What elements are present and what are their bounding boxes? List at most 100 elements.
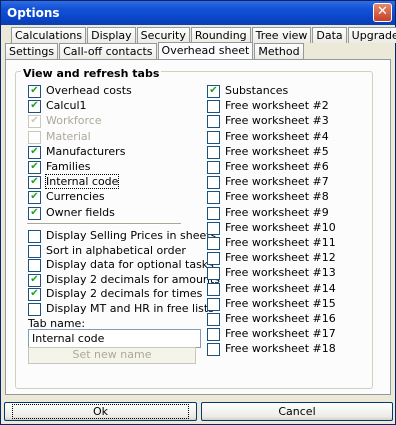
checkbox-box[interactable]: [28, 230, 41, 243]
checkbox-free-worksheet-12[interactable]: Free worksheet #12: [207, 251, 336, 266]
checkbox-free-worksheet-8[interactable]: Free worksheet #8: [207, 190, 329, 205]
tab-method[interactable]: Method: [254, 43, 304, 59]
checkbox-label: Free worksheet #16: [225, 312, 336, 325]
checkbox-box[interactable]: ✔: [28, 85, 41, 98]
checkbox-box[interactable]: [207, 343, 220, 357]
checkbox-box[interactable]: ✔: [28, 273, 41, 287]
checkbox-label: Internal code: [44, 174, 120, 190]
tab-display[interactable]: Display: [87, 27, 136, 43]
checkbox-box[interactable]: [207, 282, 220, 296]
tab-name-input[interactable]: [28, 329, 201, 348]
checkbox-box[interactable]: ✔: [28, 100, 41, 114]
checkbox-label: Calcul1: [46, 99, 87, 113]
tab-overhead-sheet[interactable]: Overhead sheet: [157, 42, 254, 60]
checkbox-box[interactable]: ✔: [28, 145, 41, 159]
title-bar[interactable]: Options ✕: [1, 1, 395, 25]
tab-data[interactable]: Data: [312, 27, 347, 43]
checkbox-box[interactable]: [207, 206, 220, 220]
checkbox-box[interactable]: [207, 237, 220, 250]
cancel-button[interactable]: Cancel: [201, 402, 393, 421]
check-icon: ✔: [30, 273, 39, 285]
tab-security[interactable]: Security: [136, 27, 190, 43]
checkbox-label: Free worksheet #9: [225, 205, 329, 219]
checkbox-internal-code[interactable]: ✔ Internal code: [28, 174, 120, 190]
checkbox-label: Free worksheet #13: [225, 266, 336, 280]
tab-tree-view[interactable]: Tree view: [251, 27, 312, 43]
checkbox-box[interactable]: ✔: [207, 85, 220, 98]
checkbox-box[interactable]: [207, 176, 220, 190]
tab-rounding[interactable]: Rounding: [190, 27, 251, 43]
checkbox-free-worksheet-11[interactable]: Free worksheet #11: [207, 236, 336, 250]
tab-calculations[interactable]: Calculations: [11, 27, 87, 43]
checkbox-box[interactable]: [28, 259, 41, 273]
checkbox-free-worksheet-15[interactable]: Free worksheet #15: [207, 297, 336, 311]
checkbox-box[interactable]: [28, 244, 41, 258]
checkbox-free-worksheet-6[interactable]: Free worksheet #6: [207, 160, 329, 174]
checkbox-display-2-decimals-for-times[interactable]: ✔ Display 2 decimals for times: [28, 287, 203, 302]
checkbox-box[interactable]: [207, 313, 220, 326]
checkbox-box[interactable]: ✔: [28, 288, 41, 302]
checkbox-free-worksheet-14[interactable]: Free worksheet #14: [207, 282, 336, 296]
checkbox-box[interactable]: ✔: [28, 161, 41, 174]
checkbox-label: Free worksheet #5: [225, 144, 329, 158]
cancel-button-label: Cancel: [278, 405, 316, 418]
checkbox-free-worksheet-3[interactable]: Free worksheet #3: [207, 114, 329, 129]
checkbox-free-worksheet-7[interactable]: Free worksheet #7: [207, 175, 329, 190]
checkbox-label: Free worksheet #4: [225, 129, 329, 143]
checkbox-overhead-costs[interactable]: ✔ Overhead costs: [28, 84, 132, 98]
checkbox-box[interactable]: ✔: [28, 176, 41, 190]
checkbox-label: Currencies: [46, 190, 105, 204]
checkbox-display-2-decimals-for-amounts[interactable]: ✔ Display 2 decimals for amounts: [28, 273, 220, 287]
tab-settings[interactable]: Settings: [5, 43, 59, 59]
checkbox-free-worksheet-17[interactable]: Free worksheet #17: [207, 327, 336, 342]
checkbox-box[interactable]: [28, 303, 41, 316]
checkbox-free-worksheet-5[interactable]: Free worksheet #5: [207, 145, 329, 159]
checkbox-label: Free worksheet #18: [225, 342, 336, 356]
checkbox-box[interactable]: [207, 191, 220, 205]
ok-button[interactable]: Ok: [4, 402, 197, 421]
check-icon: ✔: [30, 100, 39, 112]
checkbox-box[interactable]: [207, 145, 220, 159]
checkbox-display-selling-prices-in-sheets[interactable]: Display Selling Prices in sheets: [28, 229, 216, 243]
checkbox-box[interactable]: [207, 297, 220, 311]
checkbox-free-worksheet-10[interactable]: Free worksheet #10: [207, 221, 336, 235]
checkbox-label: Free worksheet #17: [225, 327, 336, 341]
group-title: View and refresh tabs: [21, 67, 162, 80]
checkbox-free-worksheet-13[interactable]: Free worksheet #13: [207, 266, 336, 281]
checkbox-substances[interactable]: ✔ Substances: [207, 84, 288, 98]
checkbox-label: Display 2 decimals for times: [46, 287, 203, 301]
checkbox-box[interactable]: [207, 252, 220, 266]
checkbox-free-worksheet-2[interactable]: Free worksheet #2: [207, 99, 329, 114]
checkbox-calcul1[interactable]: ✔ Calcul1: [28, 99, 87, 114]
checkbox-currencies[interactable]: ✔ Currencies: [28, 190, 105, 205]
tab-call-off-contacts[interactable]: Call-off contacts: [59, 43, 157, 59]
check-icon: ✔: [30, 115, 39, 127]
checkbox-display-data-for-optional-tasks[interactable]: Display data for optional tasks: [28, 258, 214, 273]
checkbox-sort-in-alphabetical-order[interactable]: Sort in alphabetical order: [28, 244, 186, 258]
checkbox-families[interactable]: ✔ Families: [28, 160, 90, 174]
checkbox-label: Free worksheet #15: [225, 296, 336, 310]
checkbox-box[interactable]: [207, 161, 220, 174]
checkbox-box[interactable]: ✔: [28, 206, 41, 220]
check-icon: ✔: [30, 288, 39, 300]
checkbox-box[interactable]: [207, 267, 220, 281]
checkbox-free-worksheet-4[interactable]: Free worksheet #4: [207, 130, 329, 144]
set-new-name-button: Set new name: [28, 347, 196, 364]
checkbox-box[interactable]: [207, 221, 220, 235]
checkbox-box[interactable]: [207, 100, 220, 114]
checkbox-box[interactable]: [207, 130, 220, 144]
checkbox-free-worksheet-16[interactable]: Free worksheet #16: [207, 312, 336, 326]
checkbox-free-worksheet-9[interactable]: Free worksheet #9: [207, 206, 329, 220]
close-button[interactable]: ✕: [373, 3, 392, 22]
tab-upgrades[interactable]: Upgrades: [347, 27, 396, 43]
tab-row-bottom: Settings Call-off contacts Overhead sheet M…: [5, 42, 305, 60]
checkbox-label: Manufacturers: [46, 144, 126, 158]
checkbox-box[interactable]: ✔: [28, 191, 41, 205]
checkbox-manufacturers[interactable]: ✔ Manufacturers: [28, 145, 125, 159]
checkbox-display-mt-and-hr-in-free-lists[interactable]: Display MT and HR in free lists: [28, 302, 214, 316]
checkbox-owner-fields[interactable]: ✔ Owner fields: [28, 206, 115, 220]
checkbox-free-worksheet-18[interactable]: Free worksheet #18: [207, 342, 336, 357]
checkbox-box[interactable]: [207, 115, 220, 129]
options-window: Options ✕ Calculations Display Security Rou…: [0, 0, 396, 425]
checkbox-box[interactable]: [207, 328, 220, 342]
